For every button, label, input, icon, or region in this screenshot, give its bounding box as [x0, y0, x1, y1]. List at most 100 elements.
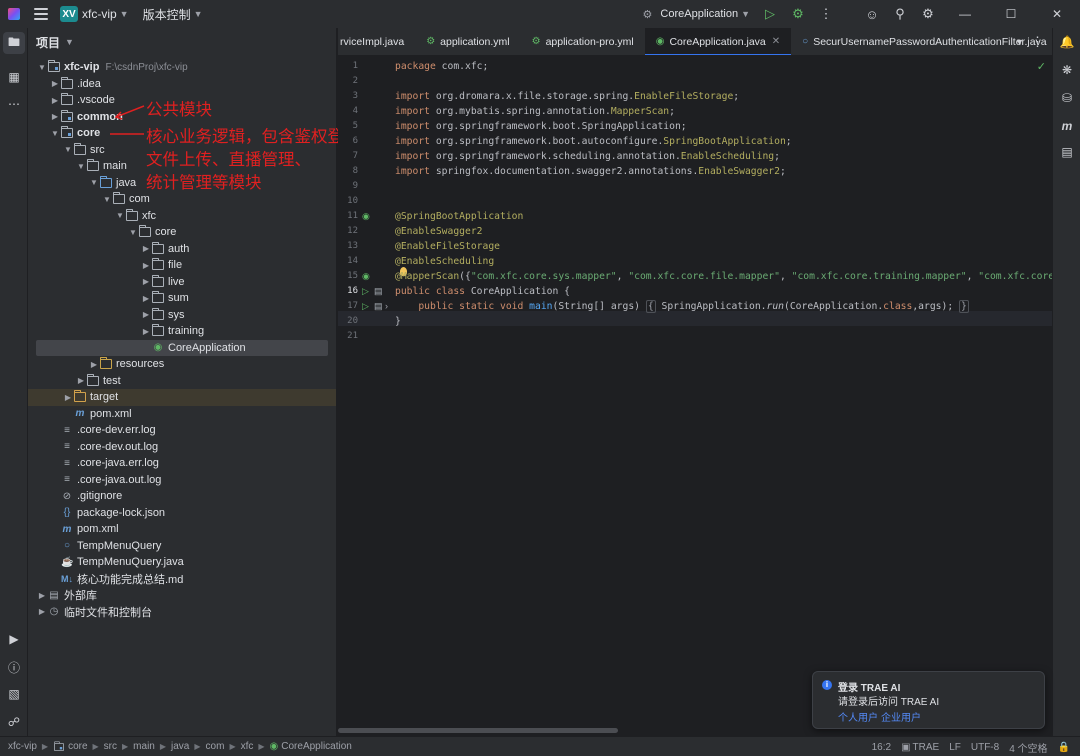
tree-item[interactable]: ▶ ◷ 临时文件和控制台	[28, 604, 336, 621]
tree-item[interactable]: ▶ resources	[28, 356, 336, 373]
maximize-button[interactable]: ☐	[988, 7, 1034, 21]
chevron-right-icon[interactable]: ▶	[140, 310, 152, 319]
chevron-down-icon[interactable]: ▼	[127, 228, 139, 237]
editor-tab[interactable]: ◉ CoreApplication.java ✕	[644, 28, 792, 55]
tree-item[interactable]: ▶ sum	[28, 290, 336, 307]
file-encoding[interactable]: UTF-8	[971, 742, 999, 753]
cursor-position[interactable]: 16:2	[872, 742, 891, 753]
run-icon[interactable]: ▷	[756, 6, 784, 22]
chevron-right-icon[interactable]: ▶	[88, 360, 100, 369]
lock-icon[interactable]: 🔒	[1058, 742, 1070, 753]
chevron-down-icon[interactable]: ▼	[65, 37, 74, 47]
tree-item[interactable]: ▼ xfc-vip F:\csdnProj\xfc-vip	[28, 59, 336, 76]
tree-item[interactable]: ▶ ▤ 外部库	[28, 587, 336, 604]
breadcrumb-item[interactable]: src	[104, 741, 117, 752]
chevron-down-icon[interactable]: ▼	[36, 63, 48, 72]
editor-tab[interactable]: ○ SecurUsernamePasswordAuthenticationFilt…	[791, 28, 1052, 55]
chevron-down-icon[interactable]: ▼	[101, 195, 113, 204]
breadcrumb-item[interactable]: xfc	[241, 741, 254, 752]
endpoints-icon[interactable]: ▤	[1057, 142, 1077, 162]
spring-bean-gutter-icon[interactable]: ◉	[362, 209, 370, 224]
breadcrumb-item[interactable]: java	[171, 741, 189, 752]
trae-plugin-status[interactable]: TRAE	[913, 742, 940, 753]
more-actions-icon[interactable]: ⋮	[812, 6, 840, 22]
tree-item[interactable]: ≡ .core-java.out.log	[28, 472, 336, 489]
tabs-dropdown-icon[interactable]: ▼	[1015, 28, 1024, 56]
close-button[interactable]: ✕	[1034, 7, 1080, 21]
tree-item[interactable]: ▼ xfc	[28, 208, 336, 225]
line-separator[interactable]: LF	[949, 742, 961, 753]
add-user-icon[interactable]: ☺	[858, 7, 886, 22]
more-tools-icon[interactable]: ⋯	[3, 93, 25, 115]
structure-icon[interactable]: ▦	[3, 66, 25, 88]
chevron-right-icon[interactable]: ▶	[75, 376, 87, 385]
tree-item[interactable]: m pom.xml	[28, 521, 336, 538]
git-icon[interactable]: ☍	[3, 711, 25, 733]
chevron-right-icon[interactable]: ▶	[140, 327, 152, 336]
tree-item[interactable]: ▶ training	[28, 323, 336, 340]
chevron-right-icon[interactable]: ▶	[140, 294, 152, 303]
chevron-down-icon[interactable]: ▼	[75, 162, 87, 171]
project-panel-header[interactable]: 项目 ▼	[28, 28, 336, 56]
personal-user-link[interactable]: 个人用户	[838, 709, 878, 724]
fold-icon[interactable]: ›	[385, 299, 388, 314]
breadcrumb-item[interactable]: CoreApplication	[281, 741, 352, 752]
chevron-down-icon[interactable]: ▼	[62, 145, 74, 154]
tree-item[interactable]: m pom.xml	[28, 406, 336, 423]
chevron-down-icon[interactable]: ▼	[114, 211, 126, 220]
spring-bean-gutter-icon[interactable]: ◉	[362, 269, 370, 284]
chevron-right-icon[interactable]: ▶	[62, 393, 74, 402]
chevron-right-icon[interactable]: ▶	[140, 244, 152, 253]
problems-icon[interactable]: ⓘ	[3, 656, 25, 678]
tree-item[interactable]: ≡ .core-dev.err.log	[28, 422, 336, 439]
tree-item[interactable]: ▶ live	[28, 274, 336, 291]
inspection-ok-icon[interactable]: ✓	[1037, 60, 1046, 73]
tree-item[interactable]: M↓ 核心功能完成总结.md	[28, 571, 336, 588]
notifications-bell-icon[interactable]: 🔔	[1057, 32, 1077, 52]
tabs-more-icon[interactable]: ⋮	[1031, 28, 1044, 56]
tree-item[interactable]: ⊘ .gitignore	[28, 488, 336, 505]
minimize-button[interactable]: —	[942, 7, 988, 21]
tree-item[interactable]: ≡ .core-dev.out.log	[28, 439, 336, 456]
tree-item[interactable]: {} package-lock.json	[28, 505, 336, 522]
run-config-selector[interactable]: CoreApplication	[660, 8, 738, 20]
debug-icon[interactable]: ⚙	[784, 6, 812, 22]
indent-setting[interactable]: 4 个空格	[1009, 740, 1047, 755]
ai-assistant-icon[interactable]: ❋	[1057, 60, 1077, 80]
breadcrumb-item[interactable]: main	[133, 741, 155, 752]
editor-tab[interactable]: rviceImpl.java	[338, 28, 415, 55]
tree-item[interactable]: ▶ target	[28, 389, 336, 406]
tree-item[interactable]: ≡ .core-java.err.log	[28, 455, 336, 472]
project-folder-icon[interactable]: 🖿	[3, 32, 25, 54]
chevron-right-icon[interactable]: ▶	[36, 591, 48, 600]
chevron-right-icon[interactable]: ▶	[49, 112, 61, 121]
chevron-down-icon[interactable]: ▼	[88, 178, 100, 187]
tree-item[interactable]: ○ TempMenuQuery	[28, 538, 336, 555]
breadcrumb-item[interactable]: core	[68, 741, 87, 752]
tree-item[interactable]: ▶ test	[28, 373, 336, 390]
terminal-icon[interactable]: ▧	[3, 683, 25, 705]
chevron-right-icon[interactable]: ▶	[36, 607, 48, 616]
tree-item[interactable]: ▶ file	[28, 257, 336, 274]
breadcrumb-item[interactable]: com	[206, 741, 225, 752]
run-gutter-icon[interactable]: ▷	[362, 299, 369, 314]
chevron-down-icon[interactable]: ▼	[49, 129, 61, 138]
code-view[interactable]: package com.xfc; import org.dromara.x.fi…	[395, 56, 1052, 736]
tree-item[interactable]: ▶ auth	[28, 241, 336, 258]
main-menu-icon[interactable]	[34, 8, 48, 20]
enterprise-user-link[interactable]: 企业用户	[881, 709, 921, 724]
maven-icon[interactable]: m	[1057, 116, 1077, 136]
implementations-gutter-icon[interactable]: ▤	[374, 299, 383, 314]
tree-item[interactable]: ▶ .idea	[28, 76, 336, 93]
tree-item[interactable]: ▶ sys	[28, 307, 336, 324]
chevron-right-icon[interactable]: ▶	[49, 96, 61, 105]
chevron-right-icon[interactable]: ▶	[140, 277, 152, 286]
editor-tab[interactable]: ⚙ application-pro.yml	[521, 28, 645, 55]
horizontal-scrollbar[interactable]	[338, 728, 618, 733]
settings-gear-icon[interactable]: ⚙	[914, 6, 942, 22]
run-gutter-icon[interactable]: ▷	[362, 284, 369, 299]
chevron-down-icon[interactable]: ▼	[194, 9, 203, 19]
chevron-right-icon[interactable]: ▶	[140, 261, 152, 270]
vcs-menu[interactable]: 版本控制	[143, 6, 191, 23]
editor-tab[interactable]: ⚙ application.yml	[415, 28, 520, 55]
